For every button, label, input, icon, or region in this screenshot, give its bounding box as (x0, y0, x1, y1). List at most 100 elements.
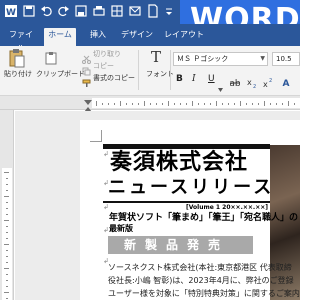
print-icon[interactable] (92, 4, 106, 18)
ruler-tick (114, 103, 115, 105)
ruler-tick (96, 101, 97, 106)
clipboard-group-label: クリップボード (36, 70, 85, 78)
ruler-text-area (92, 98, 300, 108)
ribbon-separator (170, 50, 171, 90)
save-icon[interactable] (22, 4, 36, 18)
ruler-tick (6, 208, 8, 209)
ruler-tick (4, 244, 9, 245)
paste-icon[interactable] (8, 48, 26, 72)
subscript-icon[interactable]: x2 (246, 73, 257, 92)
ruler-tick (174, 103, 175, 105)
undo-icon[interactable] (40, 4, 54, 18)
ruler-tick (120, 101, 121, 106)
ruler-tick (282, 103, 283, 105)
ruler-tick (6, 238, 8, 239)
ruler-tick (6, 214, 8, 215)
document-icon[interactable] (146, 4, 160, 18)
ruler-tick (6, 232, 8, 233)
italic-button[interactable]: I (192, 74, 196, 84)
ruler-tick (234, 103, 235, 105)
ruler-tick (150, 103, 151, 105)
ruler-tick (4, 172, 9, 173)
save-copy-icon[interactable] (74, 4, 88, 18)
volume-line: [Volume 1 20××.××.××] (186, 204, 268, 211)
font-size-value: 10.5 (276, 55, 292, 63)
ruler-tick (216, 101, 217, 106)
underline-button[interactable]: U (208, 74, 215, 84)
email-icon[interactable] (128, 4, 142, 18)
ruler-tick (198, 103, 199, 105)
paste-label[interactable]: 貼り付け (4, 70, 32, 79)
ruler-tick (6, 250, 8, 251)
ruler-tick (6, 202, 8, 203)
crop-mark (90, 141, 102, 142)
svg-text:2: 2 (269, 78, 272, 84)
ruler-tick (144, 101, 145, 106)
ruler-tick (162, 103, 163, 105)
strikethrough-icon[interactable]: ab (229, 73, 241, 92)
ruler-tick (6, 190, 8, 191)
ruler-tick (4, 220, 9, 221)
ruler-tick (180, 103, 181, 105)
body-text-line: 役社長:小嶋 智彰)は、2023年4月に、弊社のご登録 (108, 276, 294, 285)
ruler-tick (168, 101, 169, 106)
title-rule (103, 201, 270, 203)
ruler-tick (252, 103, 253, 105)
font-group-icon: T (148, 48, 164, 70)
svg-text:2: 2 (253, 84, 256, 88)
svg-text:x: x (263, 80, 268, 88)
ruler-tick (4, 292, 9, 293)
font-size-dropdown[interactable]: 10.5 (272, 52, 300, 66)
paragraph-mark: ↲ (103, 226, 109, 234)
format-painter-icon[interactable] (82, 73, 91, 92)
ruler-tick (228, 103, 229, 105)
word-app-icon: W (4, 4, 18, 18)
customize-toolbar-icon[interactable] (162, 4, 176, 18)
svg-text:x: x (247, 78, 252, 87)
ruler-tick (210, 103, 211, 105)
table-icon[interactable] (110, 4, 124, 18)
svg-text:T: T (151, 48, 161, 66)
ruler-tick (6, 280, 8, 281)
svg-text:A: A (283, 79, 290, 88)
ruler-tick (6, 256, 8, 257)
ruler-tick (6, 226, 8, 227)
format-painter-label[interactable]: 書式のコピー (93, 74, 135, 83)
ruler-tick (294, 103, 295, 105)
ruler-tick (246, 103, 247, 105)
ruler-tick (102, 103, 103, 105)
tab-insert[interactable]: 挿入 (86, 28, 110, 46)
tab-file[interactable]: ファイル (6, 28, 36, 53)
ruler-tick (6, 298, 8, 299)
tab-design[interactable]: デザイン (118, 28, 156, 46)
news-release-title: ニュースリリース (108, 177, 275, 198)
tab-home[interactable]: ホーム (44, 28, 76, 46)
clipboard-group-icon (44, 50, 58, 69)
ruler-tick (204, 103, 205, 105)
ruler-tick (258, 103, 259, 105)
ruler-tick (132, 103, 133, 105)
superscript-icon[interactable]: x2 (262, 73, 273, 92)
ribbon-separator (138, 50, 139, 90)
header-rule (103, 144, 270, 149)
underline-dropdown-icon[interactable] (218, 77, 223, 96)
copy-label[interactable]: コピー (93, 62, 114, 71)
headline-line-2: 最新版 (109, 224, 133, 233)
company-name: 奏須株式会社 (110, 150, 249, 175)
text-effects-icon[interactable]: A (280, 73, 292, 92)
ruler-tick (186, 103, 187, 105)
new-product-label: 新製品発売 (124, 238, 230, 252)
tab-layout[interactable]: レイアウト (164, 28, 204, 46)
ruler-tick (6, 262, 8, 263)
ruler-tick (6, 274, 8, 275)
cut-label[interactable]: 切り取り (93, 50, 121, 59)
bold-button[interactable]: B (176, 74, 183, 84)
ribbon-tabs: ファイル ホーム 挿入 デザイン レイアウト (0, 24, 300, 53)
headline-line-1: 年賀状ソフト「筆まめ」「筆王」「宛名職人」の (109, 213, 299, 223)
font-name-value: ＭＳ Ｐゴシック (177, 55, 229, 63)
ruler-tick (192, 101, 193, 106)
ruler-tick (276, 103, 277, 105)
font-name-dropdown[interactable]: ＭＳ Ｐゴシック ▼ (173, 52, 268, 66)
ruler-tick (138, 103, 139, 105)
redo-icon[interactable] (56, 4, 70, 18)
